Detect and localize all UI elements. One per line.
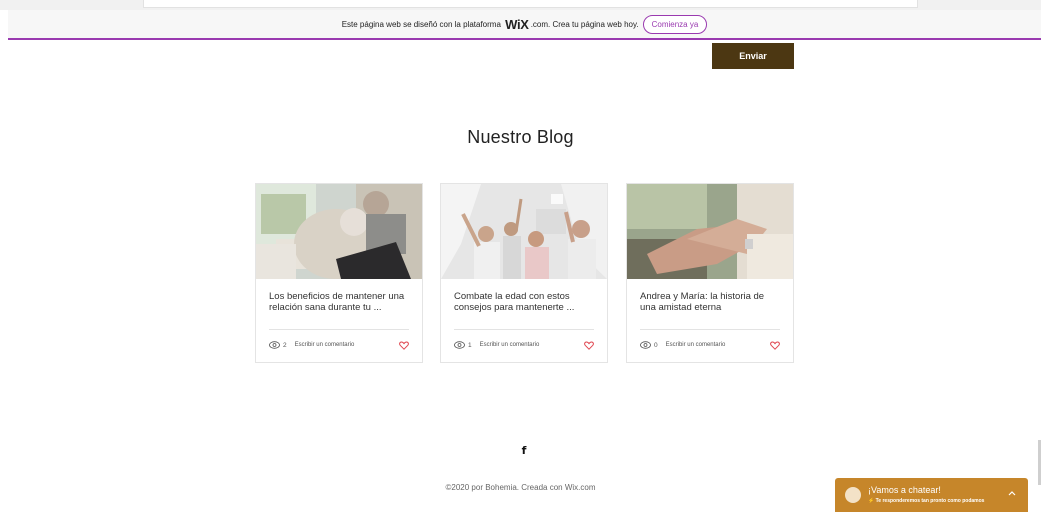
view-count: 1 xyxy=(468,341,472,349)
start-now-button[interactable]: Comienza ya xyxy=(642,14,708,34)
wix-banner: Este página web se diseñó con la platafo… xyxy=(8,10,1041,40)
card-divider xyxy=(640,329,780,330)
post-meta: 0 Escribir un comentario xyxy=(640,339,780,351)
heart-icon[interactable] xyxy=(770,340,780,350)
card-divider xyxy=(454,329,594,330)
heart-icon[interactable] xyxy=(399,340,409,350)
post-title[interactable]: Combate la edad con estos consejos para … xyxy=(454,291,596,313)
wix-banner-text-after: .com. Crea tu página web hoy. xyxy=(530,19,639,29)
chat-title: ¡Vamos a chatear! xyxy=(868,485,941,495)
write-comment-link[interactable]: Escribir un comentario xyxy=(295,342,399,348)
write-comment-link[interactable]: Escribir un comentario xyxy=(666,342,770,348)
top-input-frame xyxy=(143,0,918,8)
blog-post-card[interactable]: Los beneficios de mantener una relación … xyxy=(255,183,423,363)
browser-top-strip xyxy=(0,0,1041,10)
blog-post-card[interactable]: Combate la edad con estos consejos para … xyxy=(440,183,608,363)
view-count: 0 xyxy=(654,341,658,349)
post-image[interactable] xyxy=(627,184,793,279)
blog-title: Nuestro Blog xyxy=(467,127,574,147)
view-count: 2 xyxy=(283,341,287,349)
post-title[interactable]: Andrea y María: la historia de una amist… xyxy=(640,291,782,313)
facebook-icon[interactable]: f xyxy=(519,444,529,457)
post-meta: 2 Escribir un comentario xyxy=(269,339,409,351)
wix-banner-text: Este página web se diseñó con la platafo… xyxy=(341,19,501,29)
post-meta: 1 Escribir un comentario xyxy=(454,339,594,351)
blog-post-card[interactable]: Andrea y María: la historia de una amist… xyxy=(626,183,794,363)
write-comment-link[interactable]: Escribir un comentario xyxy=(480,342,584,348)
eye-icon xyxy=(454,341,465,349)
chat-avatar-icon xyxy=(845,487,861,503)
post-title[interactable]: Los beneficios de mantener una relación … xyxy=(269,291,411,313)
chat-widget[interactable]: ¡Vamos a chatear! ⚡ Te responderemos tan… xyxy=(835,478,1028,512)
eye-icon xyxy=(269,341,280,349)
wix-logo: WiX xyxy=(505,16,529,32)
submit-button[interactable]: Enviar xyxy=(712,43,794,69)
card-divider xyxy=(269,329,409,330)
heart-icon[interactable] xyxy=(584,340,594,350)
eye-icon xyxy=(640,341,651,349)
post-image[interactable] xyxy=(441,184,607,279)
chat-subtitle: ⚡ Te responderemos tan pronto como podam… xyxy=(868,498,985,504)
chat-subtitle-text: Te responderemos tan pronto como podamos xyxy=(875,498,985,504)
chevron-up-icon[interactable] xyxy=(1007,488,1017,498)
post-image[interactable] xyxy=(256,184,422,279)
